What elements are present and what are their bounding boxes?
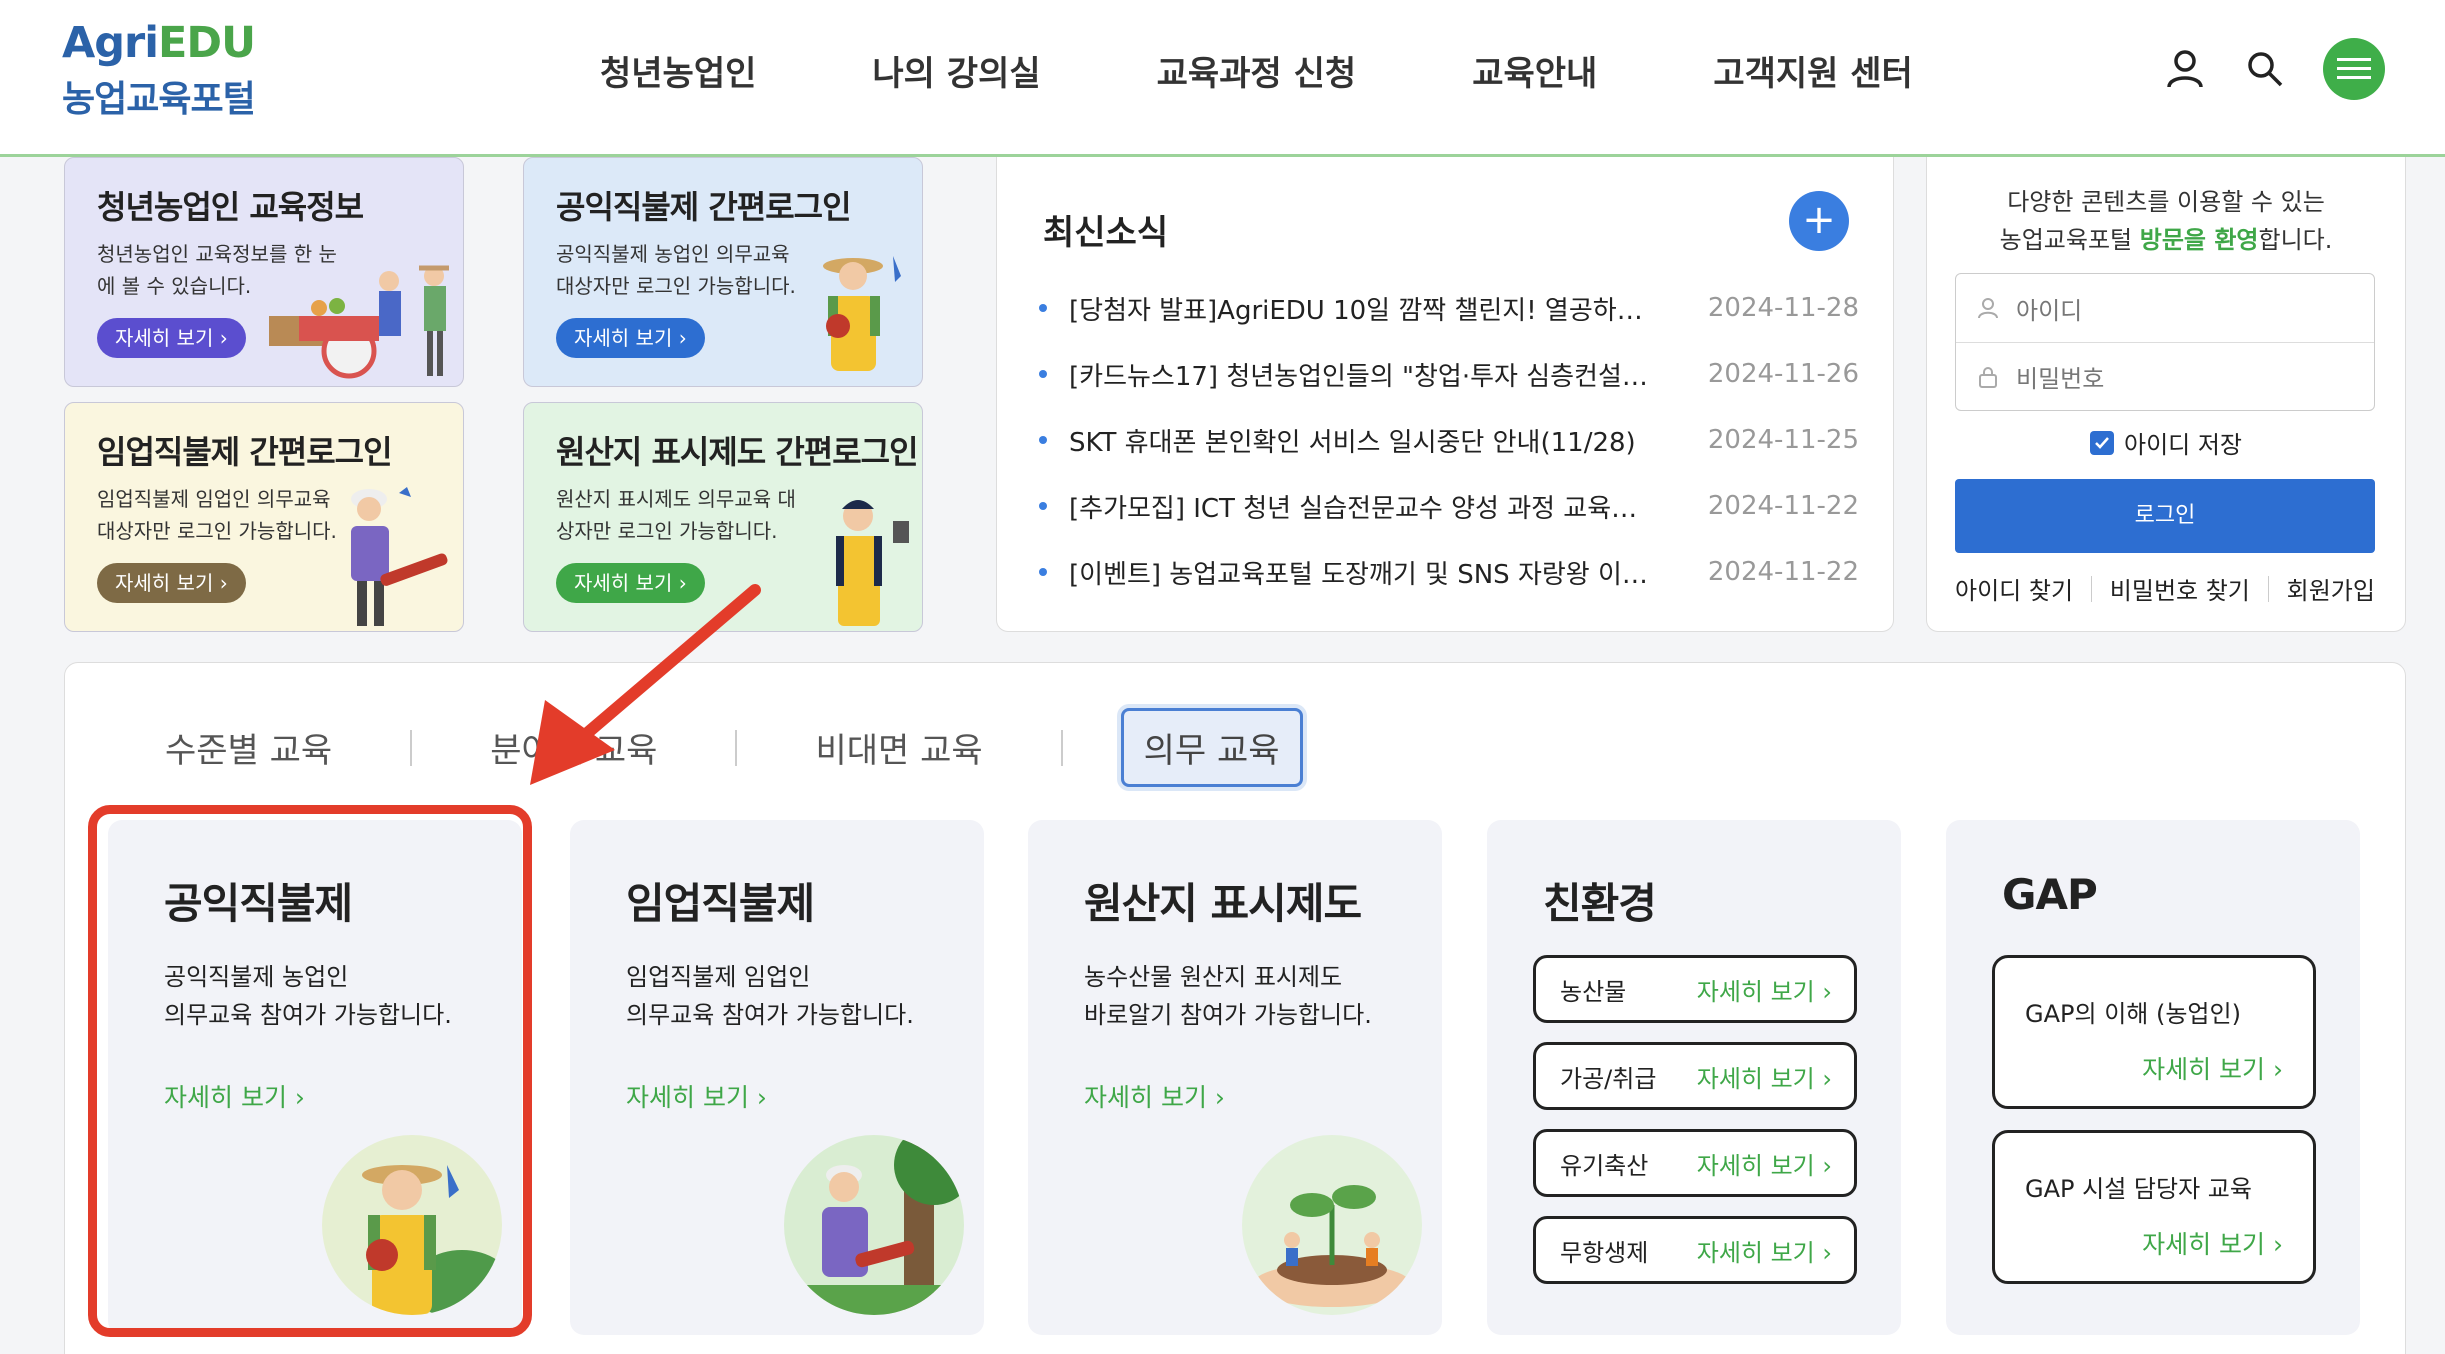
card-gap: GAP GAP의 이해 (농업인) 자세히 보기 › GAP 시설 담당자 교육… (1946, 820, 2360, 1335)
latest-news-panel: 최신소식 + [당첨자 발표]AgriEDU 10일 깜짝 챌린지! 열공하고 … (996, 157, 1894, 632)
news-item[interactable]: [추가모집] ICT 청년 실습전문교수 양성 과정 교육생… 2024-11-2… (1039, 473, 1859, 539)
search-icon[interactable] (2243, 47, 2287, 91)
find-password-link[interactable]: 비밀번호 찾기 (2110, 571, 2250, 606)
education-tabs: 수준별 교육 분야별 교육 비대면 교육 의무 교육 (145, 708, 1303, 787)
card-title: 친환경 (1543, 879, 1657, 928)
eco-item-antibiotic-free[interactable]: 무항생제 자세히 보기 › (1533, 1216, 1857, 1284)
card-title: GAP (2002, 870, 2098, 919)
card-desc: 임업직불제 임업인 의무교육 참여가 가능합니다. (626, 963, 914, 1029)
highlight-box (88, 805, 532, 1337)
tab-online-education[interactable]: 비대면 교육 (795, 711, 1002, 784)
divider (1060, 729, 1063, 766)
login-button[interactable]: 로그인 (1955, 479, 2375, 553)
news-item[interactable]: [당첨자 발표]AgriEDU 10일 깜짝 챌린지! 열공하고 … 2024-1… (1039, 275, 1859, 341)
nav-education-info[interactable]: 교육안내 (1472, 46, 1597, 95)
forester-circle-illustration (784, 1135, 964, 1315)
promo-detail-button[interactable]: 자세히 보기 › (556, 318, 705, 358)
bullet-dot (1039, 370, 1047, 378)
hamburger-menu-icon[interactable] (2323, 38, 2385, 100)
news-title: 최신소식 (1043, 213, 1169, 253)
promo-title: 청년농업인 교육정보 (97, 188, 364, 226)
find-id-link[interactable]: 아이디 찾기 (1955, 571, 2073, 606)
promo-desc: 원산지 표시제도 의무교육 대상자만 로그인 가능합니다. (556, 487, 796, 543)
card-title: 원산지 표시제도 (1084, 879, 1362, 928)
promo-title: 임업직불제 간편로그인 (97, 433, 393, 471)
logo-edu: EDU (158, 18, 256, 68)
eco-item-organic-livestock[interactable]: 유기축산 자세히 보기 › (1533, 1129, 1857, 1197)
farmer-woman-illustration (823, 256, 901, 371)
tab-level-education[interactable]: 수준별 교육 (145, 711, 352, 784)
bullet-dot (1039, 502, 1047, 510)
promo-origin-labeling-login[interactable]: 원산지 표시제도 간편로그인 원산지 표시제도 의무교육 대상자만 로그인 가능… (523, 402, 923, 632)
gap-item-understanding[interactable]: GAP의 이해 (농업인) 자세히 보기 › (1992, 955, 2316, 1109)
nav-customer-center[interactable]: 고객지원 센터 (1713, 46, 1913, 95)
divider (2267, 575, 2269, 602)
nav-course-apply[interactable]: 교육과정 신청 (1157, 46, 1357, 95)
eco-item-agricultural[interactable]: 농산물 자세히 보기 › (1533, 955, 1857, 1023)
card-eco-friendly: 친환경 농산물 자세히 보기 › 가공/취급 자세히 보기 › 유기축산 자세히 보기… (1487, 820, 1901, 1335)
card-desc: 농수산물 원산지 표시제도 바로알기 참여가 가능합니다. (1084, 963, 1372, 1029)
promo-detail-button[interactable]: 자세히 보기 › (556, 563, 705, 603)
tab-field-education[interactable]: 분야별 교육 (470, 711, 677, 784)
divider (410, 729, 413, 766)
gap-item-facility-manager[interactable]: GAP 시설 담당자 교육 자세히 보기 › (1992, 1130, 2316, 1284)
nav-young-farmer[interactable]: 청년농업인 (600, 46, 756, 95)
bullet-dot (1039, 304, 1047, 312)
site-logo[interactable]: AgriEDU 농업교육포털 (62, 18, 256, 122)
promo-title: 원산지 표시제도 간편로그인 (556, 433, 919, 471)
promo-desc: 임업직불제 임업인 의무교육 대상자만 로그인 가능합니다. (97, 487, 337, 543)
news-item[interactable]: [이벤트] 농업교육포털 도장깨기 및 SNS 자랑왕 이… 2024-11-22 (1039, 539, 1859, 605)
farmers-cart-illustration (269, 265, 449, 379)
merchant-illustration (836, 500, 909, 626)
card-more-link[interactable]: 자세히 보기 › (1084, 1078, 1225, 1114)
card-forestry-direct-payment[interactable]: 임업직불제 임업직불제 임업인 의무교육 참여가 가능합니다. 자세히 보기 › (570, 820, 984, 1335)
promo-detail-button[interactable]: 자세히 보기 › (97, 563, 246, 603)
nav-my-classroom[interactable]: 나의 강의실 (872, 46, 1040, 95)
login-panel: 다양한 콘텐츠를 이용할 수 있는 농업교육포털 방문을 환영합니다. 아이디 … (1926, 157, 2406, 632)
logo-agri: Agri (62, 18, 159, 68)
lock-icon (1979, 366, 1997, 388)
id-input[interactable]: 아이디 (1956, 274, 2374, 342)
password-input[interactable]: 비밀번호 (1956, 342, 2374, 410)
main-nav: 청년농업인 나의 강의실 교육과정 신청 교육안내 고객지원 센터 (600, 46, 2029, 95)
welcome-message: 다양한 콘텐츠를 이용할 수 있는 농업교육포털 방문을 환영합니다. (1999, 188, 2333, 254)
eco-item-processing[interactable]: 가공/취급 자세히 보기 › (1533, 1042, 1857, 1110)
bullet-dot (1039, 568, 1047, 576)
divider (735, 729, 738, 766)
news-item[interactable]: [카드뉴스17] 청년농업인들의 "창업·투자 심층컨설… 2024-11-26 (1039, 341, 1859, 407)
promo-title: 공익직불제 간편로그인 (556, 188, 852, 226)
sprout-hands-circle-illustration (1242, 1135, 1422, 1315)
forester-illustration (351, 487, 448, 626)
news-item[interactable]: SKT 휴대폰 본인확인 서비스 일시중단 안내(11/28) 2024-11-2… (1039, 407, 1859, 473)
checkbox-checked-icon (2089, 430, 2114, 455)
save-id-checkbox[interactable]: 아이디 저장 (1927, 425, 2405, 460)
card-origin-labeling[interactable]: 원산지 표시제도 농수산물 원산지 표시제도 바로알기 참여가 가능합니다. 자세… (1028, 820, 1442, 1335)
promo-young-farmer-info[interactable]: 청년농업인 교육정보 청년농업인 교육정보를 한 눈에 볼 수 있습니다. 자세… (64, 157, 464, 387)
logo-subtitle: 농업교육포털 (62, 79, 256, 120)
site-header: AgriEDU 농업교육포털 청년농업인 나의 강의실 교육과정 신청 교육안내… (0, 0, 2445, 157)
bullet-dot (1039, 436, 1047, 444)
divider (2090, 575, 2092, 602)
tab-mandatory-education[interactable]: 의무 교육 (1120, 708, 1303, 787)
promo-public-direct-payment-login[interactable]: 공익직불제 간편로그인 공익직불제 농업인 의무교육 대상자만 로그인 가능합니… (523, 157, 923, 387)
news-more-plus-icon[interactable]: + (1789, 191, 1849, 251)
user-icon[interactable] (2163, 47, 2207, 91)
promo-desc: 공익직불제 농업인 의무교육 대상자만 로그인 가능합니다. (556, 242, 796, 298)
signup-link[interactable]: 회원가입 (2287, 571, 2375, 606)
promo-detail-button[interactable]: 자세히 보기 › (97, 318, 246, 358)
card-title: 임업직불제 (626, 879, 815, 928)
card-more-link[interactable]: 자세히 보기 › (626, 1078, 767, 1114)
user-icon (1978, 298, 1998, 319)
promo-forestry-direct-payment-login[interactable]: 임업직불제 간편로그인 임업직불제 임업인 의무교육 대상자만 로그인 가능합니… (64, 402, 464, 632)
